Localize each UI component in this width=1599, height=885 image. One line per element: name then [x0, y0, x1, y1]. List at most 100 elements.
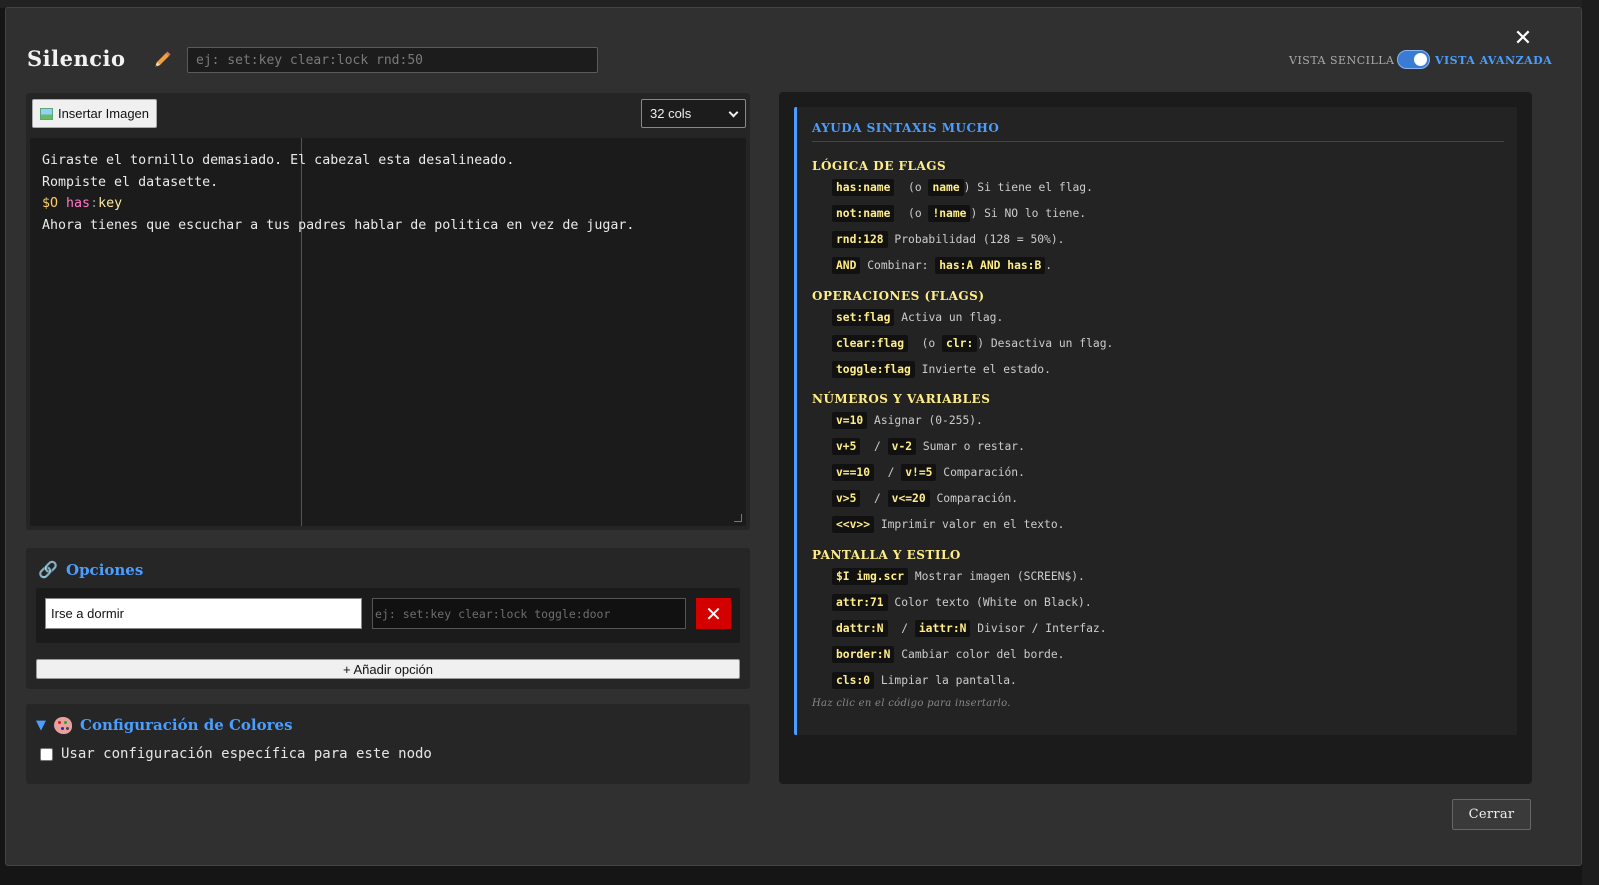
view-mode-toggle[interactable]	[1397, 50, 1430, 69]
link-icon: 🔗	[38, 560, 58, 579]
help-line: v=10 Asignar (0-255).	[832, 412, 983, 429]
help-code[interactable]: attr:71	[832, 594, 888, 611]
help-text: /	[874, 492, 881, 505]
node-editor-modal: ✕ Silencio VISTA SENCILLA VISTA AVANZADA…	[5, 7, 1582, 866]
help-code[interactable]: toggle:flag	[832, 361, 915, 378]
help-text: /	[874, 440, 881, 453]
help-line: <<v>> Imprimir valor en el texto.	[832, 516, 1064, 533]
help-code[interactable]: <<v>>	[832, 516, 875, 533]
help-code[interactable]: name	[928, 179, 964, 196]
option-condition-input[interactable]	[372, 598, 686, 629]
colors-checkbox-row[interactable]: Usar configuración específica para este …	[40, 746, 432, 762]
help-footer: Haz clic en el código para insertarlo.	[812, 698, 1011, 709]
help-line: attr:71 Color texto (White on Black).	[832, 594, 1092, 611]
command-line: $O has:key	[42, 193, 634, 215]
node-colors-checkbox[interactable]	[40, 747, 53, 761]
help-text: Mostrar imagen (SCREEN$).	[914, 570, 1085, 583]
delete-option-button[interactable]: ✕	[696, 598, 731, 629]
help-text: (o	[908, 181, 922, 194]
help-text: Comparación.	[936, 492, 1019, 505]
help-text: Combinar:	[867, 259, 929, 272]
help-code[interactable]: $I img.scr	[832, 568, 909, 585]
help-code[interactable]: not:name	[832, 205, 895, 222]
help-code[interactable]: rnd:128	[832, 231, 888, 248]
help-code[interactable]: dattr:N	[832, 620, 888, 637]
help-code[interactable]: v>5	[832, 490, 861, 507]
help-code[interactable]: AND	[832, 257, 861, 274]
help-line: cls:0 Limpiar la pantalla.	[832, 672, 1017, 689]
triangle-down-icon: ▼	[36, 717, 46, 733]
chevron-down-icon	[728, 107, 739, 118]
syntax-help-panel: AYUDA SINTAXIS MUCHO LÓGICA DE FLAGS has…	[779, 92, 1532, 784]
option-text-input[interactable]	[45, 598, 362, 629]
help-code[interactable]: iattr:N	[914, 620, 971, 637]
help-text: /	[887, 466, 895, 479]
help-text: Cambiar color del borde.	[901, 648, 1065, 661]
help-code[interactable]: cls:0	[832, 672, 875, 689]
help-text: Probabilidad (128 = 50%).	[894, 233, 1065, 246]
help-code[interactable]: has:A AND has:B	[935, 257, 1046, 274]
help-line: not:name (o !name) Si NO lo tiene.	[832, 205, 1086, 222]
help-code[interactable]: border:N	[832, 646, 895, 663]
help-text: Asignar (0-255).	[874, 414, 983, 427]
help-line: AND Combinar: has:A AND has:B.	[832, 257, 1052, 274]
help-code[interactable]: v!=5	[901, 464, 937, 481]
node-text-content: Giraste el tornillo demasiado. El cabeza…	[42, 150, 634, 236]
help-text: Color texto (White on Black).	[894, 596, 1092, 609]
help-code[interactable]: v==10	[832, 464, 875, 481]
help-line: border:N Cambiar color del borde.	[832, 646, 1064, 663]
help-code[interactable]: clr:	[942, 335, 978, 352]
help-line: has:name (o name) Si tiene el flag.	[832, 179, 1093, 196]
help-text: (o	[908, 207, 922, 220]
help-code[interactable]: set:flag	[832, 309, 895, 326]
colors-title: Configuración de Colores	[80, 716, 293, 734]
close-button[interactable]: Cerrar	[1452, 799, 1531, 830]
node-text-area[interactable]: Giraste el tornillo demasiado. El cabeza…	[30, 138, 746, 526]
command-colon: :	[90, 196, 99, 211]
help-line: set:flag Activa un flag.	[832, 309, 1003, 326]
resize-handle[interactable]	[734, 514, 742, 522]
colors-panel: ▼ Configuración de Colores Usar configur…	[26, 704, 750, 784]
help-text: Limpiar la pantalla.	[880, 674, 1017, 687]
help-section-title: OPERACIONES (FLAGS)	[812, 289, 985, 303]
help-line: v>5 / v<=20 Comparación.	[832, 490, 1018, 507]
help-text: Comparación.	[943, 466, 1025, 479]
command-value: key	[98, 196, 123, 211]
help-line: dattr:N / iattr:N Divisor / Interfaz.	[832, 620, 1107, 637]
colors-header[interactable]: ▼ Configuración de Colores	[36, 716, 293, 734]
syntax-help-box: AYUDA SINTAXIS MUCHO LÓGICA DE FLAGS has…	[794, 107, 1517, 735]
help-line: rnd:128 Probabilidad (128 = 50%).	[832, 231, 1064, 248]
view-advanced-label[interactable]: VISTA AVANZADA	[1435, 54, 1552, 67]
help-text: Imprimir valor en el texto.	[880, 518, 1065, 531]
text-line: Ahora tienes que escuchar a tus padres h…	[42, 217, 635, 233]
cols-select[interactable]: 32 cols	[641, 99, 746, 128]
add-option-button[interactable]: + Añadir opción	[36, 659, 740, 679]
node-condition-input[interactable]	[187, 47, 598, 73]
options-header: 🔗 Opciones	[38, 560, 143, 580]
help-code[interactable]: v-2	[887, 438, 917, 455]
help-code[interactable]: has:name	[832, 179, 895, 196]
palette-icon	[54, 716, 72, 734]
help-line: v==10 / v!=5 Comparación.	[832, 464, 1025, 481]
help-code[interactable]: v<=20	[887, 490, 930, 507]
help-text: .	[1045, 259, 1053, 272]
insert-image-button[interactable]: Insertar Imagen	[32, 99, 157, 128]
help-text: Sumar o restar.	[922, 440, 1025, 453]
help-code[interactable]: clear:flag	[832, 335, 909, 352]
help-code[interactable]: v=10	[832, 412, 868, 429]
command-var: $O	[42, 196, 59, 211]
help-code[interactable]: !name	[928, 205, 971, 222]
help-line: $I img.scr Mostrar imagen (SCREEN$).	[832, 568, 1085, 585]
help-line: v+5 / v-2 Sumar o restar.	[832, 438, 1025, 455]
help-text: Invierte el estado.	[921, 363, 1051, 376]
help-section-title: LÓGICA DE FLAGS	[812, 159, 947, 173]
insert-image-label: Insertar Imagen	[57, 106, 150, 121]
help-text: /	[901, 622, 909, 635]
help-title: AYUDA SINTAXIS MUCHO	[812, 121, 1000, 135]
text-line: Giraste el tornillo demasiado. El cabeza…	[42, 153, 515, 168]
help-code[interactable]: v+5	[832, 438, 861, 455]
close-icon[interactable]: ✕	[1512, 28, 1534, 50]
view-simple-label[interactable]: VISTA SENCILLA	[1289, 54, 1395, 67]
help-text: (o	[921, 337, 936, 350]
pencil-icon[interactable]	[151, 49, 173, 71]
